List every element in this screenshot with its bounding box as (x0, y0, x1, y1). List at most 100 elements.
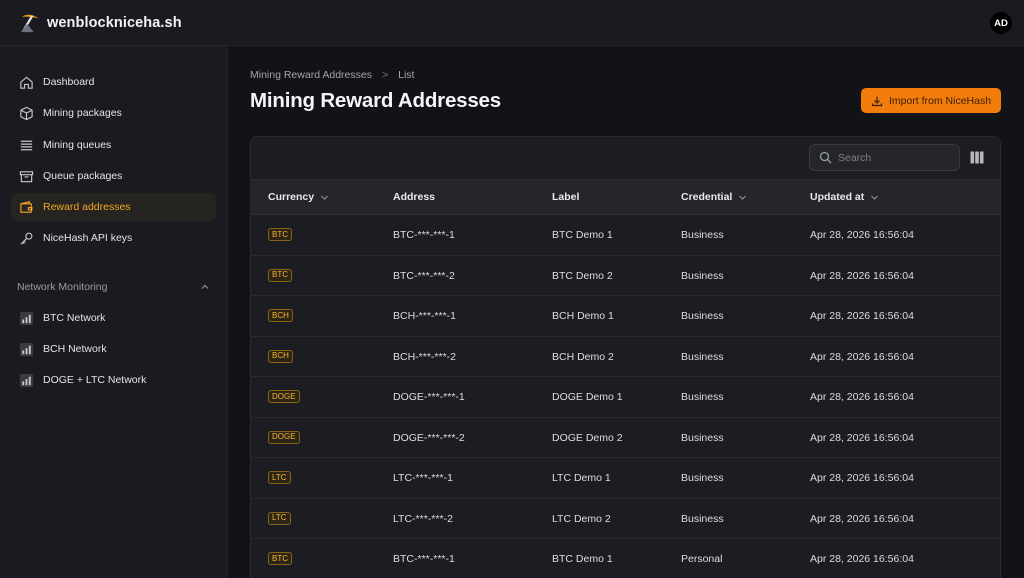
updated-at-cell: Apr 28, 2026 16:56:04 (810, 512, 914, 525)
pickaxe-logo-icon (20, 14, 39, 32)
column-label: Currency (268, 191, 315, 203)
breadcrumb-parent-link[interactable]: Mining Reward Addresses (250, 69, 372, 81)
chevron-down-icon (871, 195, 879, 200)
updated-at-cell: Apr 28, 2026 16:56:04 (810, 472, 914, 484)
table-row[interactable]: BTC BTC-***-***-2 BTC Demo 2 Business Ap… (251, 256, 1000, 296)
label-cell: BTC Demo 1 (552, 553, 613, 565)
page-title: Mining Reward Addresses (250, 89, 501, 112)
updated-at-cell: Apr 28, 2026 16:56:04 (810, 350, 914, 363)
package-icon (18, 105, 34, 121)
updated-at-cell: Apr 28, 2026 16:56:04 (810, 431, 914, 444)
address-cell: BCH-***-***-2 (393, 350, 457, 363)
column-label: Credential (681, 191, 733, 203)
column-header-currency[interactable]: Currency (268, 191, 329, 203)
updated-at-cell: Apr 28, 2026 16:56:04 (810, 229, 914, 241)
table-body: BTC BTC-***-***-1 BTC Demo 1 Business Ap… (251, 215, 1000, 578)
label-cell: BCH Demo 2 (552, 350, 614, 363)
column-label: Address (393, 191, 436, 203)
signal-bars-icon (18, 341, 34, 357)
table-row[interactable]: DOGE DOGE-***-***-2 DOGE Demo 2 Business… (251, 418, 1000, 458)
column-label: Label (552, 191, 580, 203)
address-cell: BTC-***-***-1 (393, 229, 455, 241)
table-row[interactable]: LTC LTC-***-***-2 LTC Demo 2 Business Ap… (251, 499, 1000, 539)
wallet-icon (18, 199, 34, 215)
chevron-up-icon (201, 284, 209, 289)
signal-bars-icon (18, 310, 34, 326)
sidebar-item-queue-packages[interactable]: Queue packages (11, 162, 216, 190)
credential-cell: Business (681, 229, 724, 241)
table-row[interactable]: BCH BCH-***-***-2 BCH Demo 2 Business Ap… (251, 337, 1000, 377)
credential-cell: Business (681, 391, 724, 403)
table-row[interactable]: BTC BTC-***-***-1 BTC Demo 1 Personal Ap… (251, 539, 1000, 578)
updated-at-cell: Apr 28, 2026 16:56:04 (810, 269, 914, 282)
sidebar-item-nicehash-api-keys[interactable]: NiceHash API keys (11, 224, 216, 252)
archive-box-icon (18, 168, 34, 184)
addresses-table-panel: Currency Address Label Credential Update… (250, 136, 1001, 578)
sidebar-item-label: BTC Network (43, 312, 106, 324)
sidebar-item-mining-queues[interactable]: Mining queues (11, 131, 216, 159)
sidebar-item-dashboard[interactable]: Dashboard (11, 68, 216, 96)
updated-at-cell: Apr 28, 2026 16:56:04 (810, 310, 914, 322)
credential-cell: Personal (681, 553, 723, 565)
updated-at-cell: Apr 28, 2026 16:56:04 (810, 391, 914, 403)
sidebar-item-btc-network[interactable]: BTC Network (11, 304, 216, 332)
table-row[interactable]: BTC BTC-***-***-1 BTC Demo 1 Business Ap… (251, 215, 1000, 256)
columns-toggle-icon[interactable] (970, 151, 984, 164)
sidebar-item-label: DOGE + LTC Network (43, 374, 147, 386)
search-box[interactable] (809, 144, 960, 171)
table-row[interactable]: DOGE DOGE-***-***-1 DOGE Demo 1 Business… (251, 377, 1000, 418)
home-icon (18, 74, 34, 90)
column-label: Updated at (810, 191, 865, 203)
breadcrumb: Mining Reward Addresses > List (250, 69, 414, 81)
address-cell: DOGE-***-***-1 (393, 391, 465, 403)
label-cell: LTC Demo 1 (552, 472, 611, 484)
currency-badge: BTC (268, 228, 292, 241)
column-header-updated-at[interactable]: Updated at (810, 191, 879, 203)
credential-cell: Business (681, 512, 724, 525)
chevron-down-icon (321, 195, 329, 200)
sidebar-item-reward-addresses[interactable]: Reward addresses (11, 193, 216, 221)
queue-list-icon (18, 137, 34, 153)
label-cell: DOGE Demo 1 (552, 391, 623, 403)
label-cell: BTC Demo 2 (552, 269, 613, 282)
credential-cell: Business (681, 310, 724, 322)
column-header-address: Address (393, 191, 435, 203)
network-monitoring-section-toggle[interactable]: Network Monitoring (17, 279, 210, 295)
signal-bars-icon (18, 372, 34, 388)
credential-cell: Business (681, 350, 724, 363)
sidebar-item-mining-packages[interactable]: Mining packages (11, 99, 216, 127)
currency-badge: BTC (268, 552, 292, 565)
label-cell: BTC Demo 1 (552, 229, 613, 241)
column-header-credential[interactable]: Credential (681, 191, 747, 203)
user-avatar[interactable]: AD (990, 12, 1012, 34)
key-icon (18, 230, 34, 246)
currency-badge: BCH (268, 349, 293, 363)
sidebar-item-bch-network[interactable]: BCH Network (11, 335, 216, 363)
table-row[interactable]: BCH BCH-***-***-1 BCH Demo 1 Business Ap… (251, 296, 1000, 337)
sidebar-item-doge-ltc-network[interactable]: DOGE + LTC Network (11, 366, 216, 394)
currency-badge: BTC (268, 268, 292, 282)
table-header: Currency Address Label Credential Update… (251, 179, 1000, 215)
updated-at-cell: Apr 28, 2026 16:56:04 (810, 553, 914, 565)
label-cell: BCH Demo 1 (552, 310, 614, 322)
brand[interactable]: wenblockniceha.sh (19, 12, 182, 34)
credential-cell: Business (681, 431, 724, 444)
column-header-label: Label (552, 191, 579, 203)
section-label: Network Monitoring (17, 281, 108, 293)
address-cell: BCH-***-***-1 (393, 310, 457, 322)
currency-badge: DOGE (268, 430, 300, 444)
table-row[interactable]: LTC LTC-***-***-1 LTC Demo 1 Business Ap… (251, 458, 1000, 499)
import-button-label: Import from NiceHash (888, 94, 992, 107)
sidebar-item-label: Mining packages (43, 107, 122, 119)
credential-cell: Business (681, 269, 724, 282)
app-name: wenblockniceha.sh (47, 14, 182, 31)
import-from-nicehash-button[interactable]: Import from NiceHash (861, 88, 1001, 113)
search-input[interactable] (838, 151, 948, 164)
address-cell: BTC-***-***-1 (393, 553, 455, 565)
label-cell: DOGE Demo 2 (552, 431, 623, 444)
breadcrumb-separator: > (381, 69, 389, 81)
download-icon (871, 96, 883, 106)
sidebar-item-label: Mining queues (43, 139, 112, 151)
address-cell: BTC-***-***-2 (393, 269, 455, 282)
sidebar-item-label: Reward addresses (43, 201, 131, 213)
